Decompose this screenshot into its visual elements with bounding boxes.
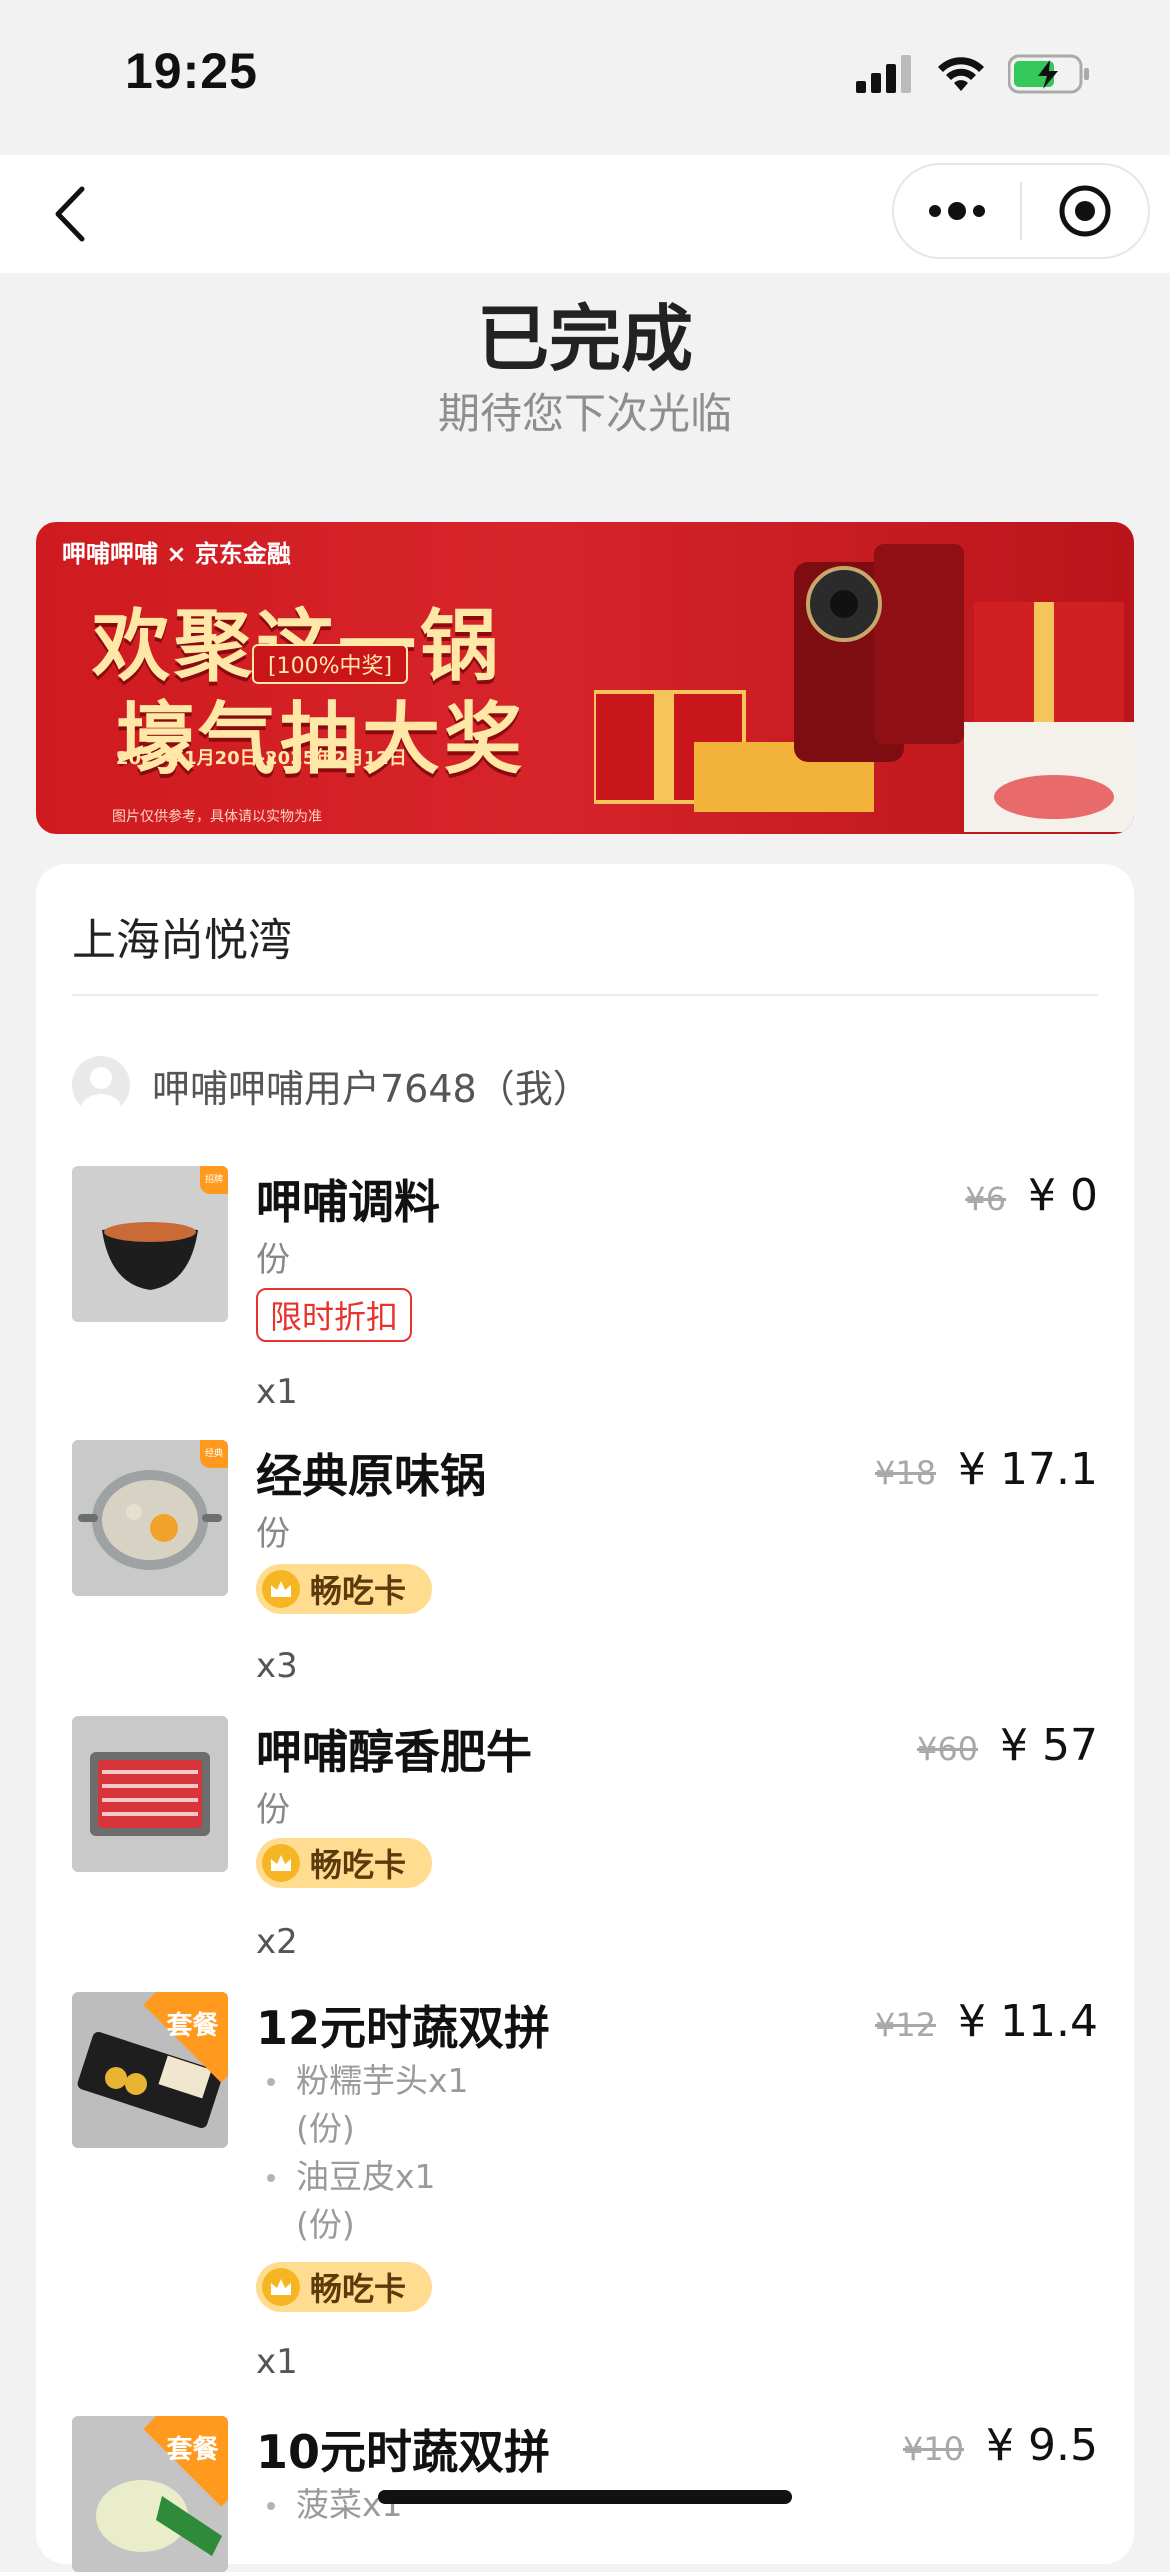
battery-icon — [1008, 54, 1089, 94]
order-status-subtitle: 期待您下次光临 — [437, 389, 732, 438]
item-old-price: ¥60 — [916, 1730, 979, 1768]
home-indicator — [378, 2490, 792, 2504]
item-qty: x1 — [256, 1372, 298, 1412]
close-miniprogram-button[interactable] — [1022, 165, 1148, 257]
mini-program-capsule — [892, 163, 1150, 259]
order-item[interactable]: 呷哺醇香肥牛 份 ¥60 ¥ 57 畅吃卡 x2 — [72, 1716, 1098, 1962]
item-unit: 份 — [256, 1240, 290, 1280]
status-icons — [856, 54, 1090, 94]
back-icon[interactable] — [44, 181, 100, 247]
sub-item-unit: (份) — [296, 2109, 355, 2148]
buffet-card-badge: 畅吃卡 — [256, 1838, 432, 1888]
bullet — [267, 2502, 275, 2510]
order-item[interactable]: 招牌 呷哺调料 份 ¥6 ¥ 0 限时折扣 x1 — [72, 1166, 1098, 1412]
signal-icon — [856, 55, 911, 93]
order-item[interactable]: 套餐 12元时蔬双拼 ¥12 ¥ 11.4 粉糯芋头x1 (份) 油豆皮x1 (… — [72, 1992, 1098, 2392]
beef-image — [72, 1716, 228, 1872]
crown-icon — [262, 1570, 300, 1608]
banner-date-range: 2025年1月20日-2025年2月12日 — [116, 748, 407, 769]
item-current-price: ¥ 11.4 — [958, 1996, 1098, 2047]
wifi-icon — [938, 57, 984, 91]
more-button[interactable] — [894, 165, 1020, 257]
item-name: 呷哺调料 — [256, 1175, 440, 1229]
item-current-price: ¥ 57 — [1000, 1720, 1098, 1771]
target-icon — [1059, 185, 1111, 237]
item-name: 12元时蔬双拼 — [256, 2001, 551, 2055]
crown-icon — [262, 1844, 300, 1882]
buffet-card-label: 畅吃卡 — [310, 1846, 407, 1884]
item-name: 10元时蔬双拼 — [256, 2425, 551, 2479]
order-status-title: 已完成 — [476, 297, 693, 381]
item-old-price: ¥6 — [965, 1180, 1007, 1218]
item-name: 经典原味锅 — [256, 1449, 486, 1503]
sub-item-unit: (份) — [296, 2205, 355, 2244]
sub-item-name: 粉糯芋头x1 — [296, 2061, 469, 2100]
buffet-card-label: 畅吃卡 — [310, 2270, 407, 2308]
item-old-price: ¥10 — [902, 2430, 965, 2468]
item-unit: 份 — [256, 1790, 290, 1830]
order-item[interactable]: 经典 经典原味锅 份 ¥18 ¥ 17.1 畅吃卡 x3 — [72, 1440, 1098, 1686]
order-card: 上海尚悦湾 呷哺呷哺用户7648（我） 招牌 呷哺调料 份 ¥6 ¥ 0 限时折… — [36, 864, 1134, 2572]
crown-icon — [262, 2268, 300, 2306]
item-image: 套餐 — [72, 2416, 228, 2572]
more-icon — [929, 202, 985, 220]
item-current-price: ¥ 9.5 — [986, 2420, 1098, 2471]
item-qty: x1 — [256, 2342, 298, 2382]
promo-banner[interactable]: 呷哺呷哺 × 京东金融 欢聚这一锅 [100%中奖] 壕气抽大奖 2025年1月… — [36, 522, 1134, 834]
nav-bar — [0, 155, 1170, 273]
avatar — [72, 1056, 130, 1114]
bullet — [267, 2174, 275, 2182]
banner-headline-2: 壕气抽大奖 — [116, 695, 527, 785]
item-qty: x3 — [256, 1646, 298, 1686]
buffet-card-badge: 畅吃卡 — [256, 2262, 432, 2312]
store-name: 上海尚悦湾 — [72, 915, 292, 966]
item-current-price: ¥ 17.1 — [958, 1444, 1098, 1495]
status-bar: 19:25 — [0, 0, 1170, 155]
user-name: 呷哺呷哺用户7648（我） — [152, 1066, 591, 1111]
item-image: 套餐 — [72, 1992, 228, 2148]
item-unit: 份 — [256, 1514, 290, 1554]
item-name: 呷哺醇香肥牛 — [256, 1725, 532, 1779]
banner-note: 图片仅供参考，具体请以实物为准 — [112, 809, 322, 825]
user-row: 呷哺呷哺用户7648（我） — [72, 1056, 591, 1114]
discount-tag: 限时折扣 — [256, 1288, 413, 1342]
bullet — [267, 2078, 275, 2086]
item-old-price: ¥18 — [874, 1454, 937, 1492]
item-old-price: ¥12 — [874, 2006, 937, 2044]
item-image — [72, 1716, 228, 1872]
buffet-card-badge: 畅吃卡 — [256, 1564, 432, 1614]
user-icon — [81, 1067, 121, 1114]
item-corner-badge: 经典 — [200, 1440, 228, 1468]
banner-prize-illustration — [594, 544, 1134, 832]
divider — [72, 994, 1098, 996]
item-price: ¥10 ¥ 9.5 — [903, 2420, 1098, 2471]
banner-brand: 呷哺呷哺 × 京东金融 — [62, 540, 291, 568]
item-price: ¥6 ¥ 0 — [965, 1170, 1098, 1221]
item-image: 招牌 — [72, 1166, 228, 1322]
status-time: 19:25 — [125, 43, 258, 99]
item-current-price: ¥ 0 — [1028, 1170, 1098, 1221]
item-price: ¥60 ¥ 57 — [917, 1720, 1098, 1771]
item-qty: x2 — [256, 1922, 298, 1962]
item-image: 经典 — [72, 1440, 228, 1596]
sub-item-name: 油豆皮x1 — [296, 2157, 436, 2196]
item-price: ¥18 ¥ 17.1 — [875, 1444, 1098, 1495]
item-price: ¥12 ¥ 11.4 — [875, 1996, 1098, 2047]
buffet-card-label: 畅吃卡 — [310, 1572, 407, 1610]
item-corner-badge: 招牌 — [200, 1166, 228, 1194]
